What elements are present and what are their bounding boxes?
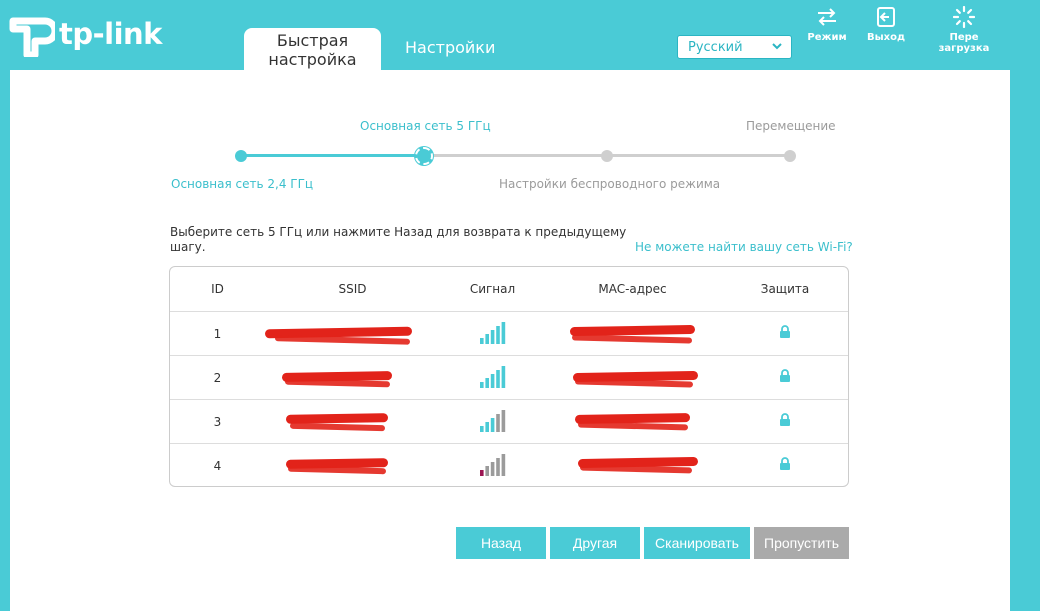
signal-bar [495, 326, 500, 344]
table-row[interactable]: 4 [170, 443, 848, 486]
network-table: ID SSID Сигнал MAC-адрес Защита 1 2 3 4 [169, 266, 849, 487]
progress-dot-step1 [235, 150, 247, 162]
progress-dot-step2-current [415, 147, 433, 165]
tab-quick-setup-line1: Быстрая [276, 31, 349, 50]
step-label-24ghz: Основная сеть 2,4 ГГц [171, 177, 314, 191]
row-id: 1 [213, 326, 222, 341]
step-label-roaming: Перемещение [746, 119, 836, 133]
signal-bar [495, 370, 500, 388]
signal-bar [484, 422, 489, 432]
back-button[interactable]: Назад [456, 527, 546, 559]
lock-icon [720, 413, 848, 430]
language-select[interactable]: Русский [677, 35, 792, 59]
signal-bar [490, 374, 494, 388]
progress-dot-step3 [601, 150, 613, 162]
mode-button[interactable]: Режим [797, 6, 857, 43]
tp-link-logo-icon [9, 17, 55, 57]
signal-bar [490, 330, 494, 344]
reboot-button[interactable]: Пере загрузка [924, 6, 1004, 54]
step-label-wireless-settings: Настройки беспроводного режима [499, 177, 721, 191]
table-row[interactable]: 3 [170, 399, 848, 443]
brand-name: tp-link [59, 17, 162, 51]
signal-bar [490, 462, 494, 476]
logout-label: Выход [866, 32, 906, 43]
lock-icon [720, 369, 848, 386]
header-signal: Сигнал [469, 282, 516, 296]
signal-bar [495, 414, 500, 432]
step-label-5ghz: Основная сеть 5 ГГц [360, 119, 491, 133]
lock-icon [720, 457, 848, 474]
chevron-down-icon [771, 40, 783, 55]
header-mac: MAC-адрес [598, 282, 667, 296]
scan-button[interactable]: Сканировать [644, 527, 750, 559]
row-id: 4 [213, 458, 222, 473]
signal-icon [440, 452, 545, 479]
cant-find-wifi-link[interactable]: Не можете найти вашу сеть Wi-Fi? [635, 240, 853, 254]
signal-bar [479, 470, 484, 476]
instruction-text: Выберите сеть 5 ГГц или нажмите Назад дл… [170, 225, 627, 254]
signal-bar [484, 378, 489, 388]
signal-bar [495, 458, 500, 476]
progress-track-done [241, 154, 424, 157]
signal-bar [501, 322, 505, 344]
tp-link-logo: tp-link [9, 10, 162, 58]
signal-bar [490, 418, 494, 432]
tab-quick-setup[interactable]: Быстрая настройка [244, 28, 381, 70]
tab-quick-setup-line2: настройка [268, 50, 357, 69]
signal-bar [479, 338, 484, 344]
header-ssid: SSID [338, 282, 367, 296]
signal-bar [501, 454, 505, 476]
signal-bar [479, 382, 484, 388]
mode-label: Режим [807, 32, 847, 43]
row-id: 3 [213, 414, 222, 429]
signal-bar [479, 426, 484, 432]
logout-button[interactable]: Выход [856, 6, 916, 43]
reboot-spinner-icon [953, 6, 975, 28]
header-id: ID [211, 282, 224, 296]
signal-bar [484, 334, 489, 344]
lock-icon [720, 325, 848, 342]
main-panel: Основная сеть 5 ГГц Перемещение Основная… [10, 70, 1010, 611]
language-selected: Русский [688, 40, 743, 55]
other-button[interactable]: Другая [550, 527, 640, 559]
header-security: Защита [760, 282, 810, 296]
logout-icon [877, 7, 895, 27]
signal-bar [501, 410, 505, 432]
row-id: 2 [213, 370, 222, 385]
table-header: ID SSID Сигнал MAC-адрес Защита [170, 267, 848, 311]
signal-bar [484, 466, 489, 476]
mode-switch-icon [818, 8, 836, 26]
progress-dot-step4 [784, 150, 796, 162]
signal-icon [440, 408, 545, 435]
signal-icon [440, 364, 545, 391]
skip-button[interactable]: Пропустить [754, 527, 849, 559]
table-row[interactable]: 2 [170, 355, 848, 399]
signal-bar [501, 366, 505, 388]
reboot-label: Пере загрузка [938, 32, 990, 54]
signal-icon [440, 320, 545, 347]
table-row[interactable]: 1 [170, 311, 848, 355]
